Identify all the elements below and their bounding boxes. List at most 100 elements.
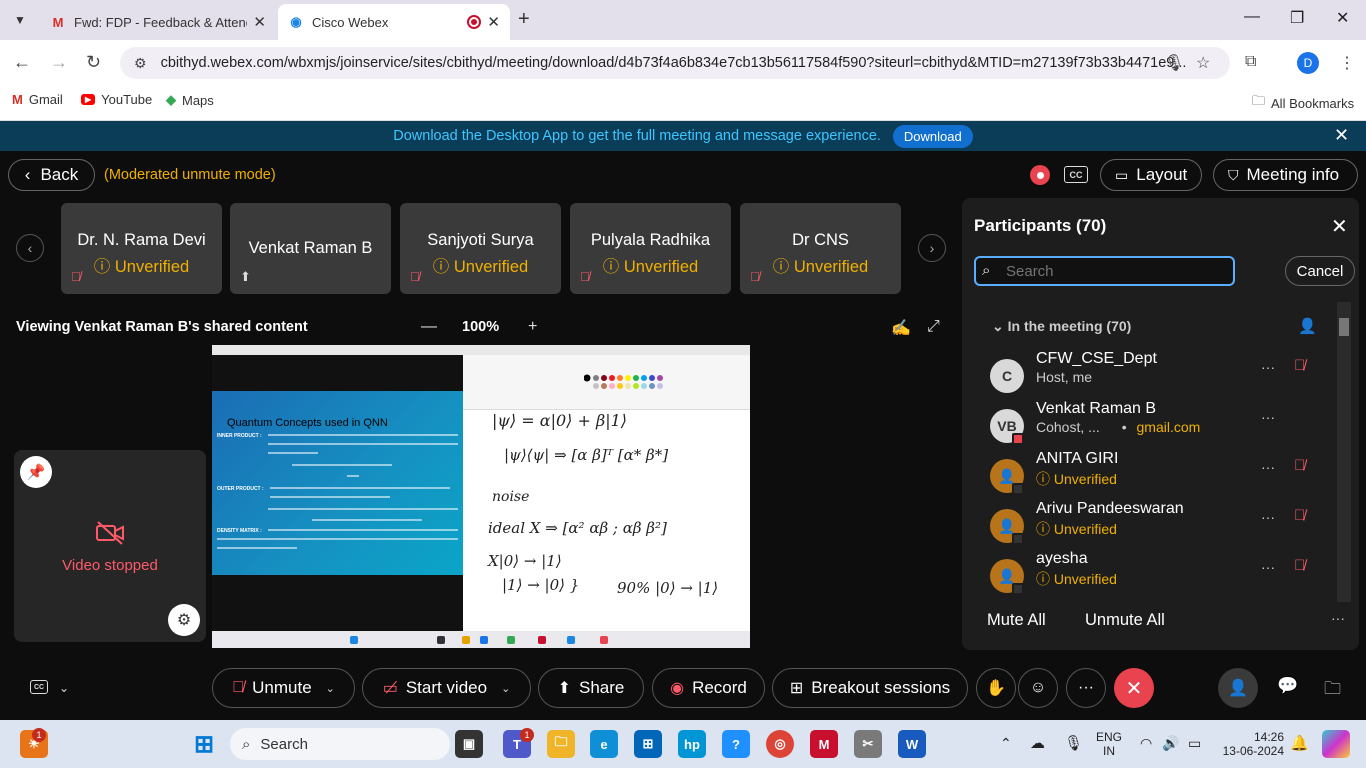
maximize-icon[interactable]: ❐	[1290, 8, 1304, 28]
chevron-down-icon[interactable]: ⌄	[326, 682, 335, 695]
breakout-sessions-button[interactable]: ⊞ Breakout sessions	[772, 668, 968, 708]
pin-icon[interactable]: 📌	[20, 456, 52, 488]
hp-icon[interactable]: hp	[678, 730, 706, 758]
extensions-icon[interactable]: ⧉	[1245, 53, 1256, 71]
participant-thumbnail[interactable]: Dr CNS ⓘ Unverified 🎙̸	[740, 203, 901, 294]
file-explorer-icon[interactable]: 🗀	[547, 730, 575, 758]
back-button[interactable]: ‹ Back	[8, 159, 95, 191]
participant-thumbnail[interactable]: Pulyala Radhika ⓘ Unverified 🎙̸	[570, 203, 731, 294]
taskbar-search[interactable]: ⌕ Search	[230, 728, 450, 760]
more-options-icon[interactable]: ···	[1261, 509, 1275, 525]
strip-prev-button[interactable]: ‹	[16, 234, 44, 262]
zoom-in-icon[interactable]: +	[528, 318, 537, 336]
forward-arrow-icon[interactable]: →	[50, 52, 68, 73]
folder-icon[interactable]: 🗀	[1324, 676, 1341, 705]
cancel-search-button[interactable]: Cancel	[1285, 256, 1355, 286]
chevron-down-icon[interactable]: ⌄	[501, 682, 510, 695]
tab-gmail[interactable]: M Fwd: FDP - Feedback & Attenda ✕	[40, 4, 276, 40]
star-bookmark-icon[interactable]: ☆	[1196, 53, 1210, 73]
participant-search-input[interactable]	[1006, 262, 1233, 280]
muted-mic-icon[interactable]: 🎙̸	[1294, 457, 1305, 474]
close-tab-icon[interactable]: ✕	[487, 13, 500, 31]
microphone-icon[interactable]: 🎙	[1164, 53, 1184, 73]
share-button[interactable]: ⬆ Share	[538, 668, 644, 708]
chevron-down-icon[interactable]: ⌄	[59, 681, 69, 695]
reload-icon[interactable]: ↻	[86, 52, 101, 73]
new-tab-icon[interactable]: +	[518, 8, 530, 31]
profile-avatar[interactable]: D	[1297, 52, 1319, 74]
record-button[interactable]: ◉ Record	[652, 668, 765, 708]
more-options-button[interactable]: ···	[1066, 668, 1106, 708]
browser-menu-icon[interactable]: ⋮	[1339, 53, 1355, 73]
task-view-icon[interactable]: ▣	[455, 730, 483, 758]
closed-captions-icon[interactable]: CC	[1064, 166, 1088, 183]
participant-row[interactable]: 👤 ayesha ⓘ Unverified ··· 🎙̸	[986, 550, 1331, 609]
gear-icon[interactable]: ⚙	[168, 604, 200, 636]
close-tab-icon[interactable]: ✕	[253, 13, 266, 31]
in-meeting-section-header[interactable]: ⌄ In the meeting (70)	[992, 318, 1131, 335]
bookmark-maps[interactable]: ◆ Maps	[166, 92, 214, 108]
close-panel-icon[interactable]: ✕	[1331, 214, 1348, 239]
unmute-all-button[interactable]: Unmute All	[1085, 611, 1165, 630]
tab-search-chevron-icon[interactable]: ▼	[8, 8, 32, 32]
banner-close-icon[interactable]: ✕	[1334, 125, 1349, 146]
word-icon[interactable]: W	[898, 730, 926, 758]
annotate-icon[interactable]: ✍	[891, 318, 911, 338]
clock[interactable]: 14:26 13-06-2024	[1216, 730, 1284, 758]
meeting-info-button[interactable]: ⛉ Meeting info	[1213, 159, 1358, 191]
participant-thumbnail[interactable]: Sanjyoti Surya ⓘ Unverified 🎙̸	[400, 203, 561, 294]
chat-icon[interactable]: 💬	[1277, 676, 1298, 696]
more-options-icon[interactable]: ···	[1261, 409, 1275, 425]
edge-icon[interactable]: e	[590, 730, 618, 758]
window-close-icon[interactable]: ✕	[1336, 8, 1349, 28]
participant-search-box[interactable]	[974, 256, 1235, 286]
chrome-icon[interactable]: ◎	[766, 730, 794, 758]
reactions-button[interactable]: ☺	[1018, 668, 1058, 708]
more-options-icon[interactable]: ···	[1331, 610, 1345, 626]
store-icon[interactable]: ⊞	[634, 730, 662, 758]
minimize-icon[interactable]: —	[1244, 8, 1260, 26]
more-options-icon[interactable]: ···	[1261, 359, 1275, 375]
strip-next-button[interactable]: ›	[918, 234, 946, 262]
more-options-icon[interactable]: ···	[1261, 559, 1275, 575]
onedrive-icon[interactable]: ☁	[1030, 734, 1045, 752]
bookmark-youtube[interactable]: ▶ YouTube	[81, 92, 152, 107]
language-indicator[interactable]: ENG IN	[1096, 730, 1122, 758]
battery-icon[interactable]: ▭	[1188, 735, 1201, 752]
leave-meeting-button[interactable]: ✕	[1114, 668, 1154, 708]
participant-thumbnail[interactable]: Venkat Raman B ⬆	[230, 203, 391, 294]
more-options-icon[interactable]: ···	[1261, 459, 1275, 475]
url-input[interactable]: ⚙ cbithyd.webex.com/wbxmjs/joinservice/s…	[120, 47, 1230, 79]
muted-mic-icon[interactable]: 🎙̸	[1294, 507, 1305, 524]
fullscreen-icon[interactable]: ⤢	[927, 318, 940, 336]
copilot-icon[interactable]	[1322, 730, 1350, 758]
start-video-button[interactable]: ▭̸ Start video ⌄	[362, 668, 531, 708]
participant-thumbnail[interactable]: Dr. N. Rama Devi ⓘ Unverified 🎙̸	[61, 203, 222, 294]
muted-mic-icon[interactable]: 🎙̸	[1294, 357, 1305, 374]
scrollbar[interactable]	[1337, 302, 1351, 602]
participants-button[interactable]: 👤	[1218, 668, 1258, 708]
unmute-button[interactable]: 🎙̸ Unmute ⌄	[212, 668, 355, 708]
snipping-tool-icon[interactable]: ✂	[854, 730, 882, 758]
admit-user-icon[interactable]: 👤	[1298, 317, 1317, 335]
muted-mic-icon[interactable]: 🎙̸	[1294, 557, 1305, 574]
chevron-up-icon[interactable]: ⌃	[1000, 735, 1012, 752]
mcafee-icon[interactable]: M	[810, 730, 838, 758]
site-info-icon[interactable]: ⚙	[134, 55, 147, 72]
bookmark-gmail[interactable]: M Gmail	[12, 92, 63, 107]
mute-all-button[interactable]: Mute All	[987, 611, 1046, 630]
volume-icon[interactable]: 🔊	[1162, 735, 1179, 752]
scrollbar-thumb[interactable]	[1339, 318, 1349, 336]
microphone-icon[interactable]: 🎙	[1064, 734, 1083, 752]
wifi-icon[interactable]: ◠	[1140, 735, 1152, 752]
back-arrow-icon[interactable]: ←	[13, 52, 31, 73]
tab-webex[interactable]: ◉ Cisco Webex ✕	[278, 4, 510, 40]
captions-icon[interactable]: CC	[30, 680, 48, 694]
zoom-out-icon[interactable]: —	[421, 318, 437, 336]
layout-button[interactable]: ▭ Layout	[1100, 159, 1202, 191]
raise-hand-button[interactable]: ✋	[976, 668, 1016, 708]
help-icon[interactable]: ?	[722, 730, 750, 758]
download-button[interactable]: Download	[892, 124, 973, 148]
notifications-bell-icon[interactable]: 🔔	[1290, 734, 1309, 752]
all-bookmarks[interactable]: 🗀 All Bookmarks	[1252, 92, 1354, 114]
